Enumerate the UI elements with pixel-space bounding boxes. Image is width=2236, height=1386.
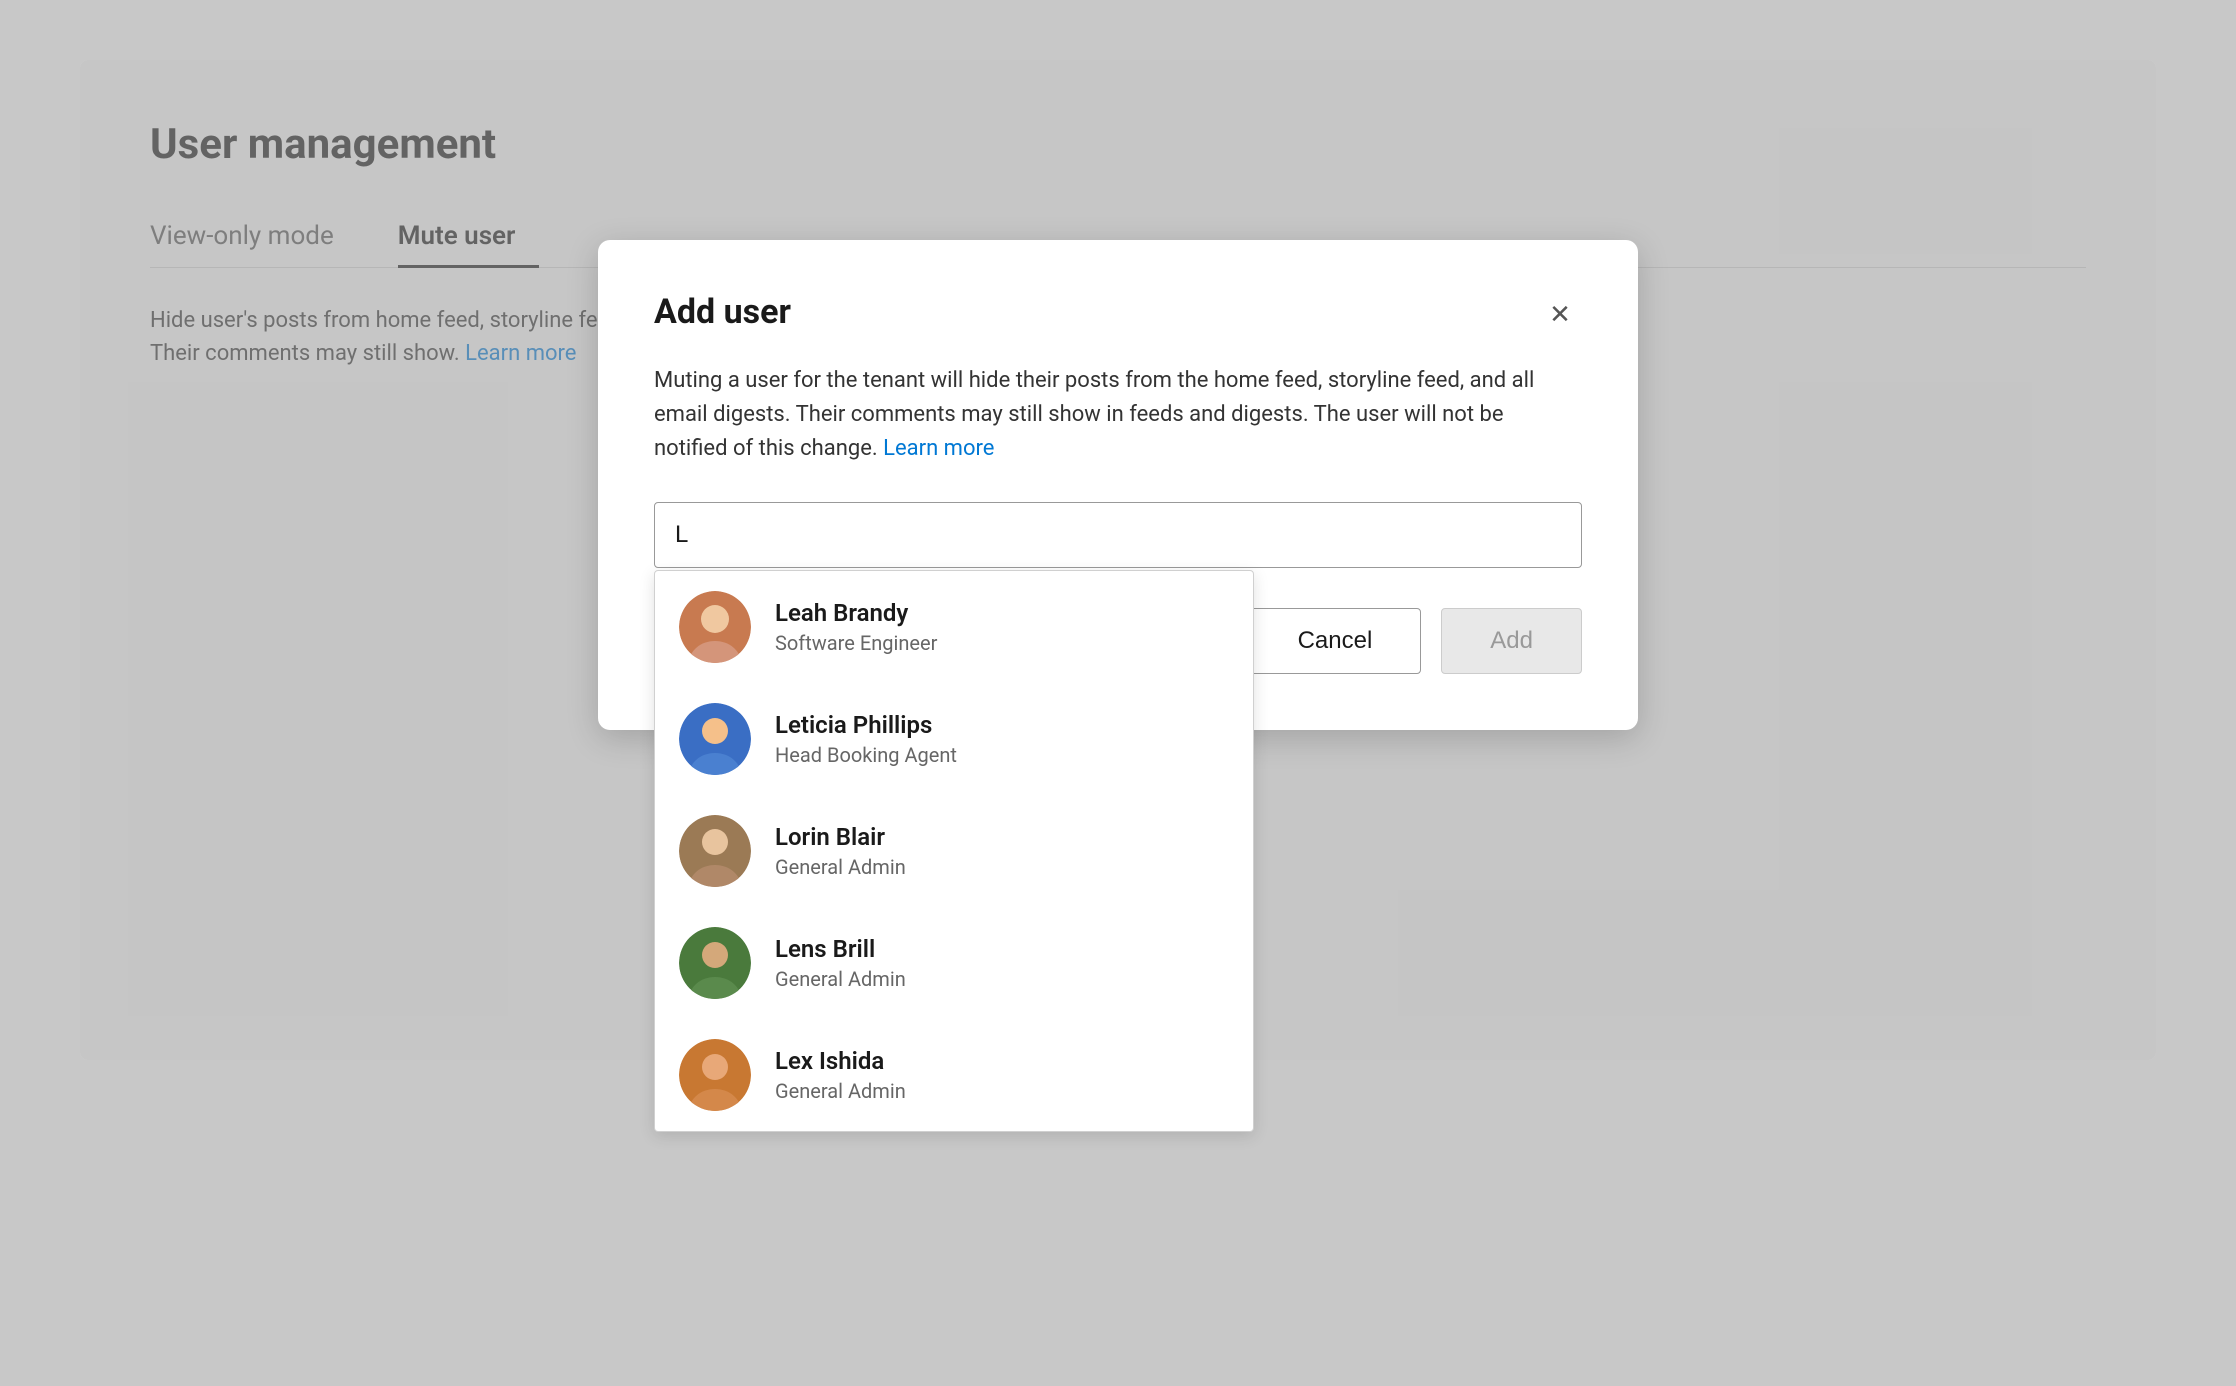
avatar (679, 591, 751, 663)
search-container: Leah Brandy Software Engineer (654, 502, 1582, 568)
cancel-button[interactable]: Cancel (1249, 608, 1422, 674)
user-role: General Admin (775, 967, 906, 991)
list-item[interactable]: Lorin Blair General Admin (655, 795, 1253, 907)
add-button[interactable]: Add (1441, 608, 1582, 674)
user-name: Lorin Blair (775, 823, 906, 851)
user-role: Software Engineer (775, 631, 937, 655)
list-item[interactable]: Leticia Phillips Head Booking Agent (655, 683, 1253, 795)
user-name: Lens Brill (775, 935, 906, 963)
user-name: Lex Ishida (775, 1047, 906, 1075)
user-role: General Admin (775, 1079, 906, 1103)
close-modal-button[interactable]: ✕ (1538, 292, 1582, 336)
add-user-modal: Add user ✕ Muting a user for the tenant … (598, 240, 1638, 730)
avatar (679, 927, 751, 999)
user-name: Leticia Phillips (775, 711, 957, 739)
modal-learn-more-link[interactable]: Learn more (883, 436, 994, 461)
user-search-input[interactable] (654, 502, 1582, 568)
main-content: User management View-only mode Mute user… (80, 60, 2156, 1060)
avatar (679, 815, 751, 887)
modal-title: Add user (654, 292, 791, 332)
user-role: Head Booking Agent (775, 743, 957, 767)
modal-header: Add user ✕ (654, 292, 1582, 336)
modal-overlay: Add user ✕ Muting a user for the tenant … (80, 60, 2156, 1060)
user-name: Leah Brandy (775, 599, 937, 627)
list-item[interactable]: Lex Ishida General Admin (655, 1019, 1253, 1131)
page-background: User management View-only mode Mute user… (0, 0, 2236, 1386)
avatar (679, 1039, 751, 1111)
list-item[interactable]: Lens Brill General Admin (655, 907, 1253, 1019)
modal-description: Muting a user for the tenant will hide t… (654, 364, 1582, 466)
avatar (679, 703, 751, 775)
user-dropdown: Leah Brandy Software Engineer (654, 570, 1254, 1132)
list-item[interactable]: Leah Brandy Software Engineer (655, 571, 1253, 683)
user-role: General Admin (775, 855, 906, 879)
